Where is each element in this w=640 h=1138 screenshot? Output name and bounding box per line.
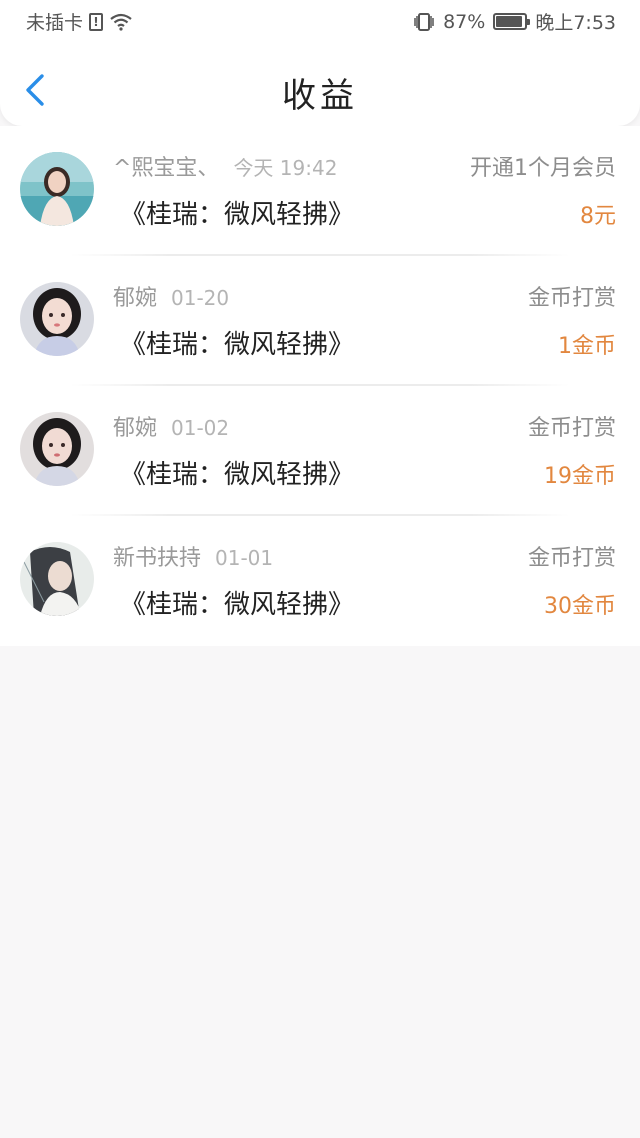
book-title: 《桂瑞：微风轻拂》 <box>120 200 355 230</box>
username: ^熙宝宝、 <box>113 156 220 181</box>
record-amount: 30金币 <box>544 594 616 619</box>
carrier-group: 未插卡 ! <box>26 8 133 35</box>
record-amount: 19金币 <box>544 464 616 489</box>
record-time: 01-01 <box>215 546 274 570</box>
username: 郁婉 <box>113 416 158 441</box>
avatar <box>20 412 94 486</box>
earnings-list: ^熙宝宝、 今天 19:42 开通1个月会员 《桂瑞：微风轻拂》 8元 郁婉 01-… <box>0 126 640 646</box>
record-meta: 郁婉 01-02 <box>113 410 229 442</box>
avatar <box>20 282 94 356</box>
book-title: 《桂瑞：微风轻拂》 <box>120 460 355 490</box>
record-time: 01-20 <box>171 286 230 310</box>
list-item[interactable]: ^熙宝宝、 今天 19:42 开通1个月会员 《桂瑞：微风轻拂》 8元 <box>0 126 640 256</box>
list-item[interactable]: 郁婉 01-20 金币打赏 《桂瑞：微风轻拂》 1金币 <box>0 256 640 386</box>
record-time: 今天 19:42 <box>233 156 338 180</box>
book-title: 《桂瑞：微风轻拂》 <box>120 330 355 360</box>
list-item[interactable]: 郁婉 01-02 金币打赏 《桂瑞：微风轻拂》 19金币 <box>0 386 640 516</box>
record-amount: 8元 <box>580 204 616 229</box>
vibrate-icon <box>413 12 435 32</box>
book-title: 《桂瑞：微风轻拂》 <box>120 590 355 620</box>
record-type: 金币打赏 <box>527 416 616 441</box>
status-right-group: 87% 晚上7:53 <box>413 8 616 35</box>
record-meta: 郁婉 01-20 <box>113 280 229 312</box>
sim-alert-icon: ! <box>89 12 104 31</box>
clock: 晚上7:53 <box>535 12 616 34</box>
avatar <box>20 542 94 616</box>
battery-percent: 87% <box>443 10 486 33</box>
battery-icon <box>493 13 531 30</box>
list-item[interactable]: 新书扶持 01-01 金币打赏 《桂瑞：微风轻拂》 30金币 <box>0 516 640 646</box>
record-meta: 新书扶持 01-01 <box>113 540 273 572</box>
record-type: 金币打赏 <box>527 286 616 311</box>
carrier-label: 未插卡 <box>26 12 84 34</box>
page-title: 收益 <box>282 76 358 116</box>
wifi-icon <box>109 13 133 31</box>
username: 新书扶持 <box>113 546 202 571</box>
username: 郁婉 <box>113 286 158 311</box>
record-type: 开通1个月会员 <box>470 156 616 181</box>
record-meta: ^熙宝宝、 今天 19:42 <box>113 150 337 182</box>
header: 未插卡 ! 87% 晚上7:53 收益 <box>0 0 640 126</box>
battery-level <box>496 16 523 27</box>
record-type: 金币打赏 <box>527 546 616 571</box>
record-amount: 1金币 <box>558 334 616 359</box>
status-bar: 未插卡 ! 87% 晚上7:53 <box>0 0 640 44</box>
avatar <box>20 152 94 226</box>
record-time: 01-02 <box>171 416 230 440</box>
